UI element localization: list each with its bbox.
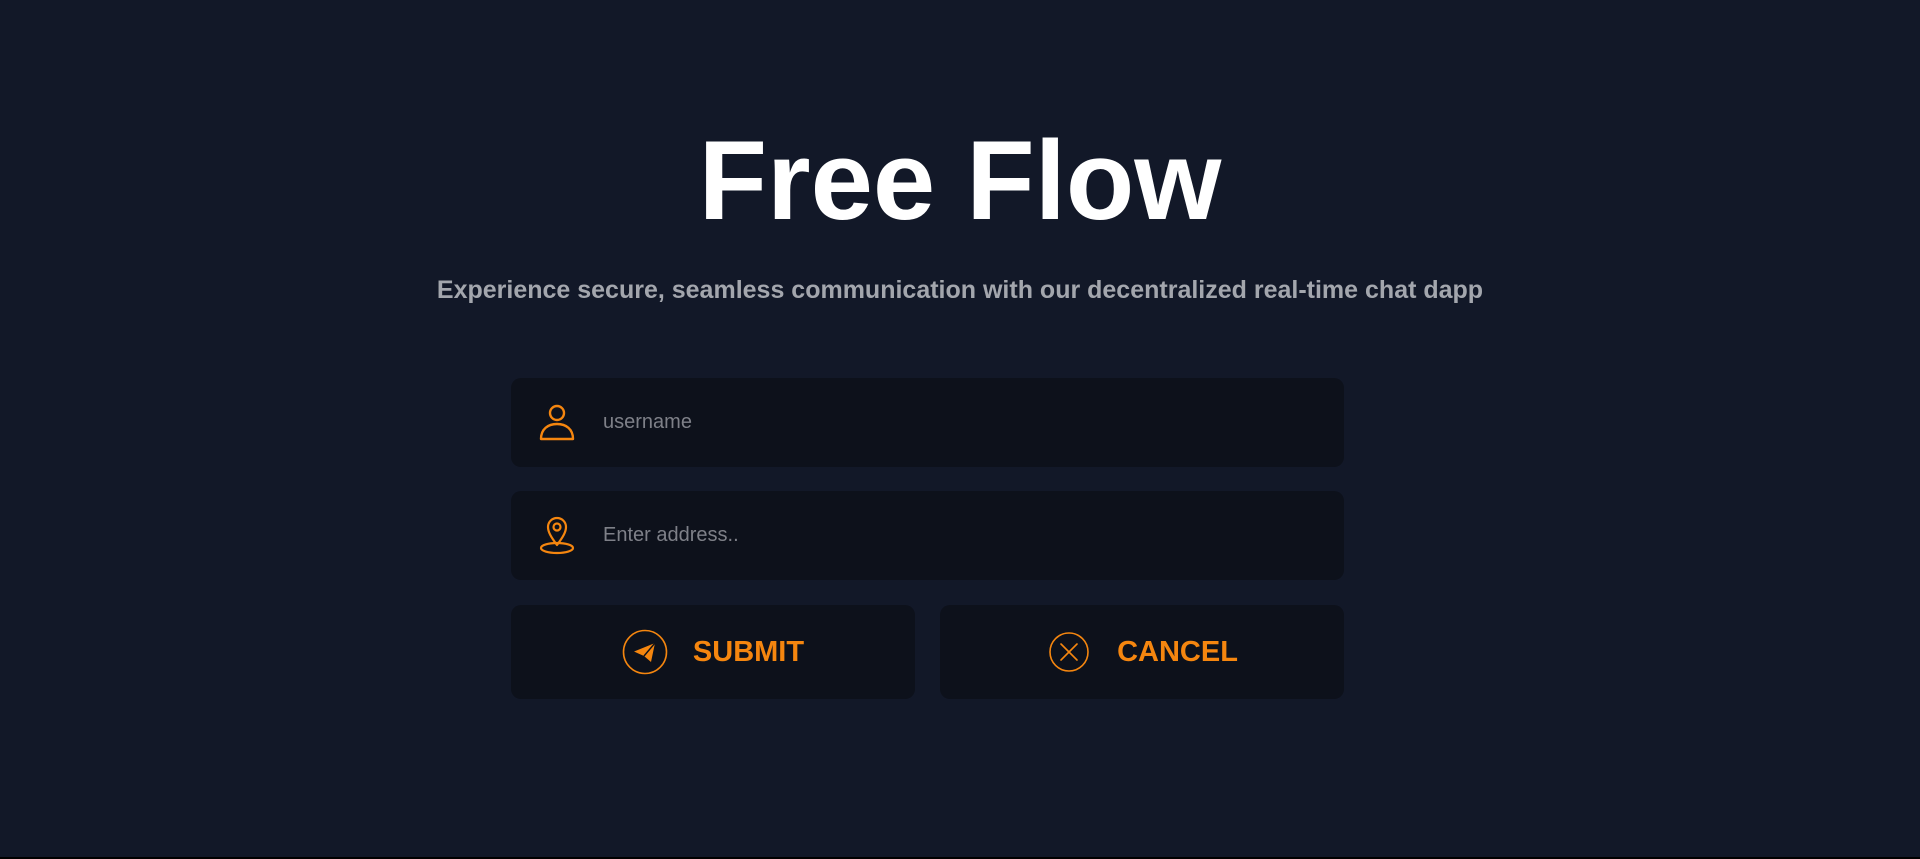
submit-button[interactable]: SUBMIT bbox=[511, 605, 915, 699]
submit-button-label: SUBMIT bbox=[692, 635, 805, 668]
send-icon bbox=[622, 629, 668, 675]
page: Free Flow Experience secure, seamless co… bbox=[0, 0, 1920, 859]
location-pin-icon bbox=[537, 515, 577, 555]
user-icon bbox=[537, 402, 577, 442]
address-field[interactable] bbox=[511, 491, 1344, 580]
page-title: Free Flow bbox=[698, 118, 1222, 243]
close-circle-icon bbox=[1046, 629, 1092, 675]
page-subtitle: Experience secure, seamless communicatio… bbox=[436, 276, 1484, 304]
cancel-button-label: CANCEL bbox=[1117, 635, 1238, 668]
username-input[interactable] bbox=[603, 378, 1323, 467]
cancel-button[interactable]: CANCEL bbox=[940, 605, 1344, 699]
username-field[interactable] bbox=[511, 378, 1344, 467]
address-input[interactable] bbox=[603, 491, 1323, 580]
